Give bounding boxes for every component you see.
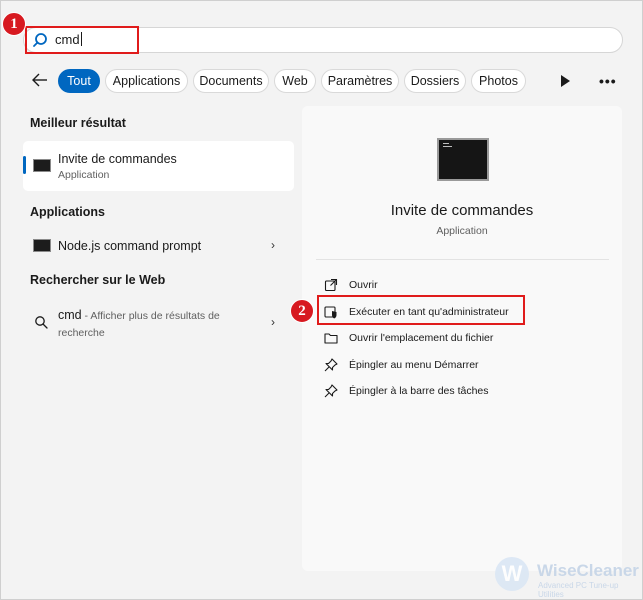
wisecleaner-logo: W: [495, 557, 529, 591]
highlight-run-as-admin: [317, 295, 525, 325]
highlight-search-box: [25, 26, 139, 54]
watermark-tagline: Advanced PC Tune-up Utilities: [538, 581, 619, 599]
best-match-title: Invite de commandes: [58, 152, 177, 166]
web-result-query: cmd: [58, 308, 82, 322]
pin-icon: [324, 358, 338, 372]
best-match-heading: Meilleur résultat: [30, 116, 126, 130]
filter-tab-dossiers[interactable]: Dossiers: [404, 69, 466, 93]
action-open-label: Ouvrir: [349, 279, 378, 291]
preview-subtitle: Application: [436, 225, 488, 237]
web-result-text: cmd - Afficher plus de résultats de rech…: [58, 307, 258, 341]
filter-tab-tout[interactable]: Tout: [58, 69, 100, 93]
back-arrow-icon[interactable]: [31, 71, 49, 89]
web-search-heading: Rechercher sur le Web: [30, 273, 166, 287]
selection-indicator: [23, 156, 26, 174]
action-open-file-location-label: Ouvrir l'emplacement du fichier: [349, 332, 494, 344]
filter-tab-parametres[interactable]: Paramètres: [321, 69, 399, 93]
watermark-name: WiseCleaner: [537, 561, 639, 580]
terminal-app-icon: [437, 138, 489, 181]
play-icon[interactable]: [559, 74, 571, 88]
best-match-subtitle: Application: [58, 169, 110, 181]
chevron-right-icon[interactable]: ›: [271, 238, 279, 252]
step-badge-2: 2: [290, 299, 314, 323]
divider: [316, 259, 609, 260]
web-search-icon: [35, 316, 48, 329]
open-external-icon: [324, 278, 338, 292]
applications-heading: Applications: [30, 205, 106, 219]
more-options-icon[interactable]: •••: [599, 73, 617, 89]
chevron-right-icon[interactable]: ›: [271, 315, 279, 329]
step-badge-1: 1: [2, 12, 26, 36]
filter-tab-photos[interactable]: Photos: [471, 69, 526, 93]
action-pin-start-label: Épingler au menu Démarrer: [349, 359, 479, 371]
action-pin-taskbar-label: Épingler à la barre des tâches: [349, 385, 489, 397]
pin-icon: [324, 384, 338, 398]
preview-title: Invite de commandes: [390, 202, 534, 219]
filter-tab-web[interactable]: Web: [274, 69, 316, 93]
terminal-icon: [33, 159, 51, 172]
nodejs-terminal-icon: [33, 239, 51, 252]
best-match-card[interactable]: [23, 141, 294, 191]
app-result-title: Node.js command prompt: [58, 239, 202, 253]
folder-icon: [324, 333, 338, 344]
filter-tab-applications[interactable]: Applications: [105, 69, 188, 93]
filter-tab-documents[interactable]: Documents: [193, 69, 269, 93]
